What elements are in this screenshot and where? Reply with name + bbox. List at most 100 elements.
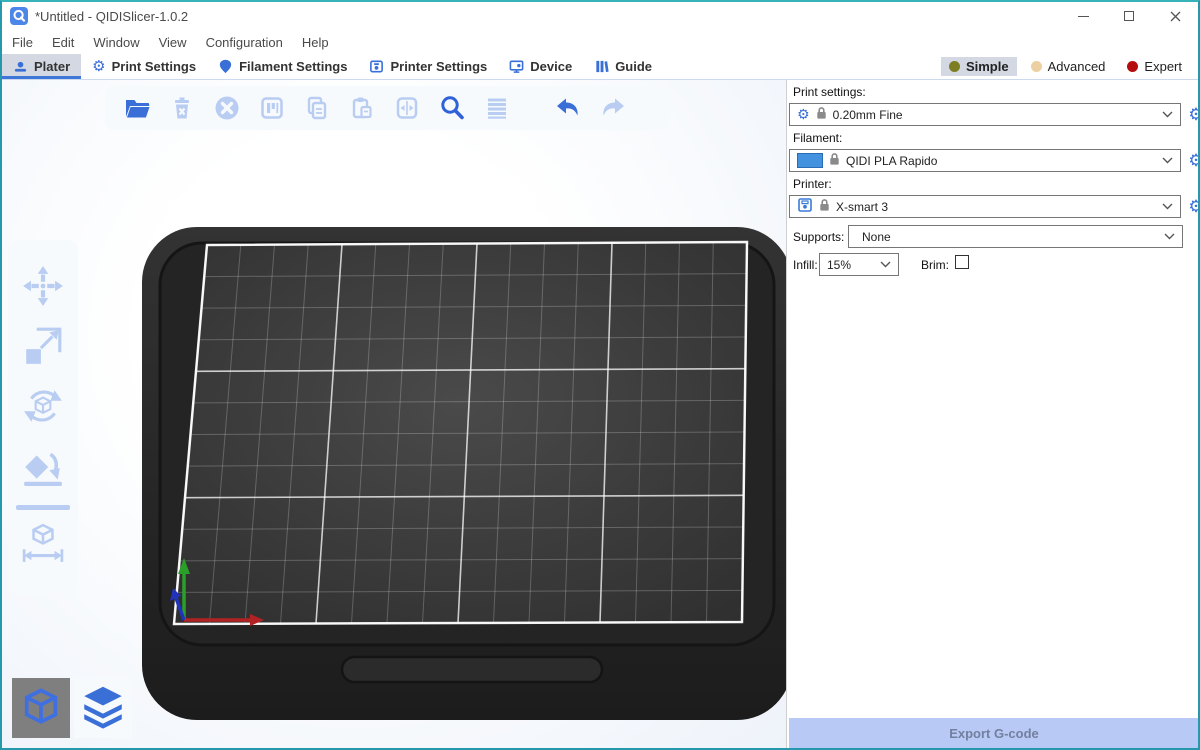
mode-advanced[interactable]: Advanced xyxy=(1023,57,1114,76)
gear-icon: ⚙ xyxy=(92,59,105,74)
filament-icon xyxy=(218,59,233,74)
view-mode-buttons xyxy=(12,678,132,738)
gear-icon: ⚙ xyxy=(797,108,810,122)
split-icon[interactable] xyxy=(392,93,422,123)
print-settings-value: 0.20mm Fine xyxy=(833,108,903,122)
mode-simple[interactable]: Simple xyxy=(941,57,1017,76)
tab-label: Printer Settings xyxy=(390,59,487,74)
infill-value: 15% xyxy=(827,258,851,272)
toolbar-separator xyxy=(16,505,70,510)
close-button[interactable] xyxy=(1152,2,1198,30)
infill-label: Infill: xyxy=(793,258,818,272)
tab-label: Print Settings xyxy=(112,59,197,74)
export-gcode-button[interactable]: Export G-code xyxy=(789,718,1199,748)
variable-layer-height-icon[interactable] xyxy=(482,93,512,123)
menu-bar: File Edit Window View Configuration Help xyxy=(2,30,1198,54)
app-logo-icon xyxy=(10,7,28,25)
paste-icon[interactable] xyxy=(347,93,377,123)
filament-gear-button[interactable]: ⚙ xyxy=(1186,151,1200,171)
copy-icon[interactable] xyxy=(302,93,332,123)
supports-combo[interactable]: None xyxy=(848,225,1183,248)
simple-dot-icon xyxy=(949,61,960,72)
tab-device[interactable]: Device xyxy=(498,54,583,79)
preview-layers-icon[interactable] xyxy=(74,678,132,738)
menu-edit[interactable]: Edit xyxy=(52,35,74,50)
filament-color-swatch xyxy=(797,153,823,168)
title-bar[interactable]: *Untitled - QIDISlicer-1.0.2 xyxy=(2,2,1198,30)
maximize-button[interactable] xyxy=(1106,2,1152,30)
move-icon[interactable] xyxy=(22,265,64,312)
lock-icon xyxy=(816,106,827,123)
tab-label: Filament Settings xyxy=(239,59,347,74)
print-settings-gear-button[interactable]: ⚙ xyxy=(1186,105,1200,125)
chevron-down-icon xyxy=(1164,233,1175,240)
mode-label: Simple xyxy=(966,59,1009,74)
menu-file[interactable]: File xyxy=(12,35,33,50)
viewport-3d[interactable] xyxy=(2,80,786,750)
chevron-down-icon xyxy=(1162,157,1173,164)
printer-combo[interactable]: X-smart 3 xyxy=(789,195,1181,218)
lock-icon xyxy=(829,152,840,169)
3d-editor-view-icon[interactable] xyxy=(12,678,70,738)
transform-toolbar xyxy=(8,240,78,594)
settings-panel: Print settings: ⚙ 0.20mm Fine ⚙ Filament… xyxy=(786,80,1200,750)
menu-configuration[interactable]: Configuration xyxy=(206,35,283,50)
open-folder-icon[interactable] xyxy=(122,93,152,123)
tab-label: Device xyxy=(530,59,572,74)
tab-printer-settings[interactable]: Printer Settings xyxy=(358,54,498,79)
infill-combo[interactable]: 15% xyxy=(819,253,899,276)
plater-icon xyxy=(13,59,28,74)
undo-icon[interactable] xyxy=(553,93,583,123)
search-icon[interactable] xyxy=(437,93,467,123)
main-toolbar xyxy=(105,86,670,130)
tab-plater[interactable]: Plater xyxy=(2,54,81,79)
mode-selector: Simple Advanced Expert xyxy=(941,54,1198,79)
printer-label: Printer: xyxy=(793,177,832,191)
expert-dot-icon xyxy=(1127,61,1138,72)
measure-icon[interactable] xyxy=(22,523,64,570)
print-settings-combo[interactable]: ⚙ 0.20mm Fine xyxy=(789,103,1181,126)
menu-view[interactable]: View xyxy=(159,35,187,50)
printer-icon xyxy=(369,59,384,74)
tab-bar: Plater ⚙ Print Settings Filament Setting… xyxy=(2,54,1198,80)
tab-label: Plater xyxy=(34,59,70,74)
guide-icon xyxy=(594,59,609,74)
printer-gear-button[interactable]: ⚙ xyxy=(1186,197,1200,217)
tab-label: Guide xyxy=(615,59,652,74)
filament-combo[interactable]: QIDI PLA Rapido xyxy=(789,149,1181,172)
rotate-icon[interactable] xyxy=(22,385,64,432)
app-window: *Untitled - QIDISlicer-1.0.2 File Edit W… xyxy=(0,0,1200,750)
bed-handle xyxy=(342,657,602,682)
print-settings-label: Print settings: xyxy=(793,85,866,99)
tab-print-settings[interactable]: ⚙ Print Settings xyxy=(81,54,207,79)
delete-all-icon[interactable] xyxy=(212,93,242,123)
tab-guide[interactable]: Guide xyxy=(583,54,663,79)
filament-value: QIDI PLA Rapido xyxy=(846,154,937,168)
menu-window[interactable]: Window xyxy=(93,35,139,50)
supports-value: None xyxy=(862,230,891,244)
brim-checkbox[interactable] xyxy=(955,255,969,269)
tab-filament-settings[interactable]: Filament Settings xyxy=(207,54,358,79)
delete-icon[interactable] xyxy=(167,93,197,123)
chevron-down-icon xyxy=(1162,203,1173,210)
redo-icon[interactable] xyxy=(598,93,628,123)
chevron-down-icon xyxy=(1162,111,1173,118)
minimize-button[interactable] xyxy=(1060,2,1106,30)
chevron-down-icon xyxy=(880,261,891,268)
printer-mini-icon xyxy=(797,197,813,216)
print-bed[interactable] xyxy=(2,80,786,750)
arrange-icon[interactable] xyxy=(257,93,287,123)
mode-label: Expert xyxy=(1144,59,1182,74)
filament-label: Filament: xyxy=(793,131,842,145)
mode-label: Advanced xyxy=(1048,59,1106,74)
printer-value: X-smart 3 xyxy=(836,200,888,214)
window-title: *Untitled - QIDISlicer-1.0.2 xyxy=(35,9,188,24)
scale-icon[interactable] xyxy=(22,325,64,372)
mode-expert[interactable]: Expert xyxy=(1119,57,1190,76)
lock-icon xyxy=(819,198,830,215)
menu-help[interactable]: Help xyxy=(302,35,329,50)
brim-label: Brim: xyxy=(921,258,949,272)
supports-label: Supports: xyxy=(793,230,844,244)
device-icon xyxy=(509,59,524,74)
place-on-face-icon[interactable] xyxy=(22,445,64,492)
